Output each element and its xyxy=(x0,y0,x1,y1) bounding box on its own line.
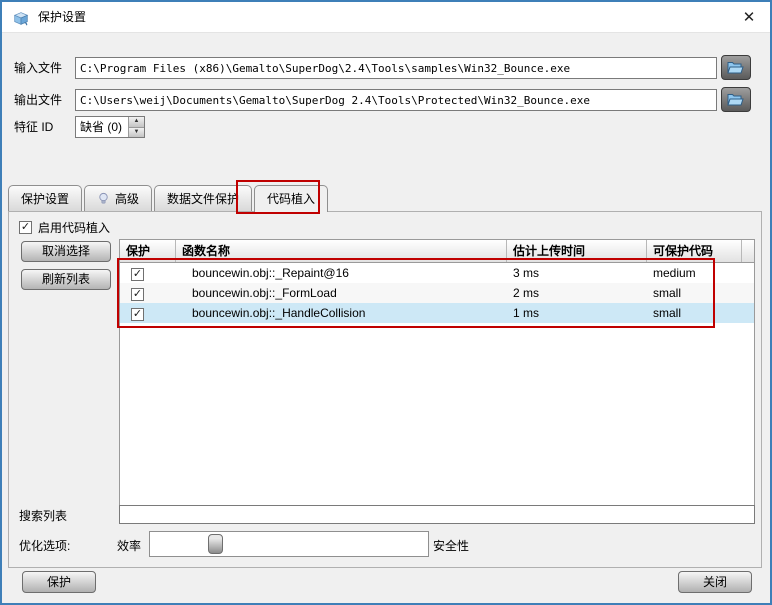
app-icon xyxy=(12,9,30,27)
table-row[interactable]: ✓ bouncewin.obj::_FormLoad 2 ms small xyxy=(120,283,754,303)
output-file-field[interactable]: C:\Users\weij\Documents\Gemalto\SuperDog… xyxy=(75,89,717,111)
tab-protection-settings[interactable]: 保护设置 xyxy=(8,185,82,211)
tab-label: 数据文件保护 xyxy=(167,187,239,211)
refresh-list-button[interactable]: 刷新列表 xyxy=(21,269,111,290)
cell-function-name: bouncewin.obj::_Repaint@16 xyxy=(176,266,507,280)
header-protectable-code[interactable]: 可保护代码 xyxy=(647,240,742,262)
cell-upload-time: 2 ms xyxy=(507,286,647,300)
header-upload-time[interactable]: 估计上传时间 xyxy=(507,240,647,262)
tab-data-file-protection[interactable]: 数据文件保护 xyxy=(154,185,252,211)
protect-button[interactable]: 保护 xyxy=(22,571,96,593)
table-row-selected[interactable]: ✓ bouncewin.obj::_HandleCollision 1 ms s… xyxy=(120,303,754,323)
enable-code-injection-label: 启用代码植入 xyxy=(38,219,110,236)
optimization-slider[interactable] xyxy=(149,531,429,557)
header-spacer xyxy=(742,240,754,262)
header-function-name[interactable]: 函数名称 xyxy=(176,240,507,262)
tab-advanced[interactable]: 高级 xyxy=(84,185,152,211)
folder-icon xyxy=(727,93,745,107)
cell-protectable-code: small xyxy=(647,306,742,320)
search-list-label: 搜索列表 xyxy=(19,506,67,526)
efficiency-label: 效率 xyxy=(117,535,141,557)
table-row[interactable]: ✓ bouncewin.obj::_Repaint@16 3 ms medium xyxy=(120,263,754,283)
cell-upload-time: 1 ms xyxy=(507,306,647,320)
cell-protectable-code: small xyxy=(647,286,742,300)
output-file-browse-button[interactable] xyxy=(721,87,751,112)
cell-protect: ✓ xyxy=(120,286,176,301)
header-protect[interactable]: 保护 xyxy=(120,240,176,262)
window-title: 保护设置 xyxy=(38,2,86,33)
feature-id-label: 特征 ID xyxy=(14,116,53,138)
feature-id-value: 缺省 (0) xyxy=(76,117,128,137)
input-file-field[interactable]: C:\Program Files (x86)\Gemalto\SuperDog\… xyxy=(75,57,717,79)
tab-label: 保护设置 xyxy=(21,187,69,211)
spinner-down-icon[interactable]: ▼ xyxy=(129,127,144,138)
row-checkbox[interactable]: ✓ xyxy=(131,268,144,281)
function-table: 保护 函数名称 估计上传时间 可保护代码 ✓ bouncewin.obj::_R… xyxy=(119,239,755,506)
cell-protectable-code: medium xyxy=(647,266,742,280)
row-checkbox[interactable]: ✓ xyxy=(131,308,144,321)
cell-upload-time: 3 ms xyxy=(507,266,647,280)
table-header-row: 保护 函数名称 估计上传时间 可保护代码 xyxy=(120,240,754,263)
code-injection-panel: ✓ 启用代码植入 取消选择 刷新列表 保护 函数名称 估计上传时间 可保护代码 … xyxy=(8,211,762,568)
tab-label: 高级 xyxy=(115,187,139,211)
cell-protect: ✓ xyxy=(120,306,176,321)
cell-function-name: bouncewin.obj::_FormLoad xyxy=(176,286,507,300)
input-file-browse-button[interactable] xyxy=(721,55,751,80)
tab-code-injection[interactable]: 代码植入 xyxy=(254,185,328,212)
row-checkbox[interactable]: ✓ xyxy=(131,288,144,301)
close-button[interactable]: 关闭 xyxy=(678,571,752,593)
close-icon[interactable]: ✕ xyxy=(738,7,760,29)
security-label: 安全性 xyxy=(433,535,469,557)
input-file-label: 输入文件 xyxy=(14,57,62,79)
tab-bar: 保护设置 高级 数据文件保护 代码植入 xyxy=(8,185,328,212)
cell-function-name: bouncewin.obj::_HandleCollision xyxy=(176,306,507,320)
enable-code-injection-checkbox[interactable]: ✓ xyxy=(19,221,32,234)
deselect-button[interactable]: 取消选择 xyxy=(21,241,111,262)
spinner-up-icon[interactable]: ▲ xyxy=(129,117,144,127)
search-list-input[interactable] xyxy=(119,505,755,524)
enable-code-injection-row: ✓ 启用代码植入 xyxy=(19,219,110,236)
feature-id-spinner[interactable]: 缺省 (0) ▲ ▼ xyxy=(75,116,145,138)
output-file-label: 输出文件 xyxy=(14,89,62,111)
protection-settings-dialog: 保护设置 ✕ 输入文件 C:\Program Files (x86)\Gemal… xyxy=(0,0,772,605)
title-bar: 保护设置 ✕ xyxy=(2,2,770,33)
cell-protect: ✓ xyxy=(120,266,176,281)
tab-label: 代码植入 xyxy=(267,187,315,211)
folder-icon xyxy=(727,61,745,75)
slider-handle[interactable] xyxy=(208,534,223,554)
lightbulb-icon xyxy=(97,192,110,205)
optimization-options-label: 优化选项: xyxy=(19,535,70,557)
